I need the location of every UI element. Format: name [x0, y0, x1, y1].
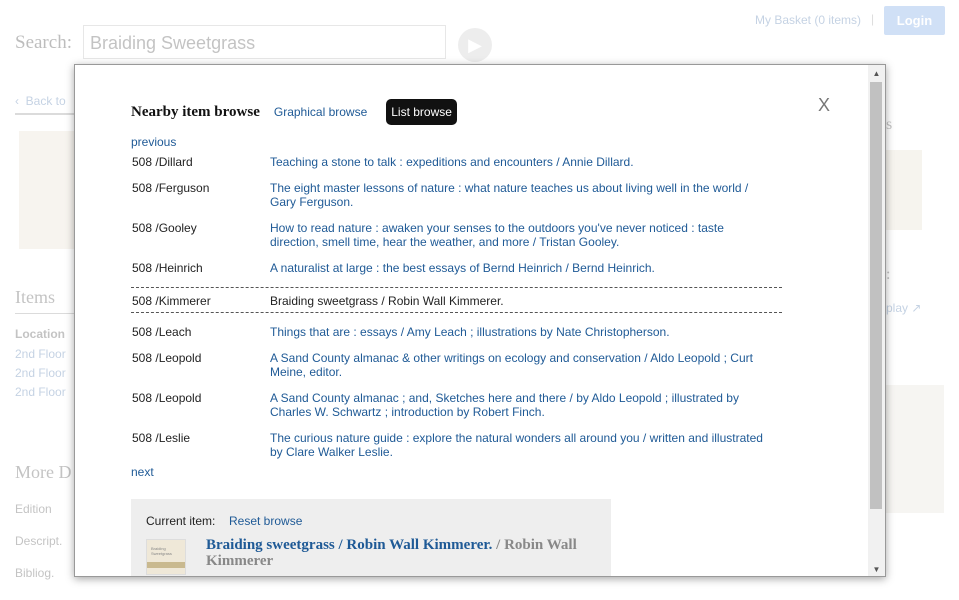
item-title-link[interactable]: The curious nature guide : explore the n…	[270, 431, 770, 459]
item-title: Braiding sweetgrass / Robin Wall Kimmere…	[270, 294, 504, 308]
current-item-title: Braiding sweetgrass / Robin Wall Kimmere…	[206, 537, 601, 569]
search-input[interactable]: Braiding Sweetgrass	[83, 25, 446, 59]
more-details-heading: More D	[15, 462, 72, 482]
items-heading: Items	[15, 287, 55, 307]
current-item-title-link[interactable]: Braiding sweetgrass / Robin Wall Kimmere…	[206, 537, 492, 553]
item-title-link[interactable]: A Sand County almanac ; and, Sketches he…	[270, 391, 770, 419]
back-link[interactable]: ‹ Back to	[15, 94, 66, 108]
call-number: 508 /Kimmerer	[132, 294, 211, 308]
basket-link[interactable]: My Basket (0 items)	[755, 13, 861, 27]
scroll-up-arrow-icon[interactable]: ▲	[868, 65, 885, 82]
call-number: 508 /Heinrich	[132, 261, 203, 275]
reset-browse-link[interactable]: Reset browse	[229, 514, 302, 528]
location-link[interactable]: 2nd Floor	[15, 385, 66, 399]
field-label: Bibliog.	[15, 566, 55, 580]
call-number: 508 /Leslie	[132, 431, 191, 445]
thumbnail-text: Braiding Sweetgrass	[151, 546, 172, 556]
current-item-panel: Current item: Reset browse Braiding Swee…	[131, 499, 611, 576]
scrollbar-thumb[interactable]	[870, 82, 882, 509]
current-browse-row: 508 /Kimmerer Braiding sweetgrass / Robi…	[131, 287, 782, 313]
item-title-link[interactable]: A Sand County almanac & other writings o…	[270, 351, 770, 379]
book-cover-image	[19, 131, 75, 249]
current-item-label: Current item:	[146, 514, 216, 528]
call-number: 508 /Ferguson	[132, 181, 210, 195]
divider	[15, 313, 75, 314]
item-title-link[interactable]: Things that are : essays / Amy Leach ; i…	[270, 325, 770, 339]
display-link[interactable]: play ↗	[886, 301, 921, 315]
right-heading: :	[886, 266, 891, 283]
previous-link[interactable]: previous	[131, 135, 176, 149]
item-title-link[interactable]: The eight master lessons of nature : wha…	[270, 181, 770, 209]
back-link-label: Back to	[25, 94, 66, 108]
call-number: 508 /Leopold	[132, 391, 202, 405]
modal-scrollbar[interactable]: ▲ ▼	[868, 65, 885, 576]
scroll-down-arrow-icon[interactable]: ▼	[868, 561, 885, 576]
item-title-link[interactable]: How to read nature : awaken your senses …	[270, 221, 770, 249]
call-number: 508 /Dillard	[132, 155, 193, 169]
field-label: Descript.	[15, 534, 63, 548]
login-button[interactable]: Login	[884, 6, 945, 35]
modal-title: Nearby item browse	[131, 103, 260, 120]
search-label: Search:	[15, 32, 72, 53]
book-cover-image	[886, 385, 944, 513]
call-number: 508 /Leach	[132, 325, 192, 339]
header-separator: |	[871, 12, 875, 26]
next-link[interactable]: next	[131, 465, 154, 479]
graphical-browse-link[interactable]: Graphical browse	[274, 105, 367, 119]
modal-content: Nearby item browse Graphical browse List…	[75, 65, 870, 576]
book-cover-thumbnail[interactable]: Braiding Sweetgrass	[146, 539, 186, 575]
book-cover-image	[886, 150, 922, 230]
search-go-icon[interactable]: ▶	[458, 28, 492, 62]
call-number: 508 /Gooley	[132, 221, 197, 235]
field-label: Edition	[15, 502, 52, 516]
nearby-browse-modal: Nearby item browse Graphical browse List…	[74, 64, 886, 577]
call-number: 508 /Leopold	[132, 351, 202, 365]
right-heading: s	[886, 116, 893, 133]
cover-band	[147, 562, 185, 568]
list-browse-button[interactable]: List browse	[386, 99, 457, 125]
location-link[interactable]: 2nd Floor	[15, 347, 66, 361]
location-link[interactable]: 2nd Floor	[15, 366, 66, 380]
divider	[15, 113, 75, 115]
item-title-link[interactable]: A naturalist at large : the best essays …	[270, 261, 770, 275]
display-link-label: play	[886, 301, 909, 315]
modal-header: Nearby item browse Graphical browse List…	[131, 99, 457, 125]
location-header: Location	[15, 327, 65, 341]
close-button[interactable]: X	[818, 95, 830, 116]
item-title-link[interactable]: Teaching a stone to talk : expeditions a…	[270, 155, 770, 169]
external-link-icon: ↗	[911, 301, 922, 315]
